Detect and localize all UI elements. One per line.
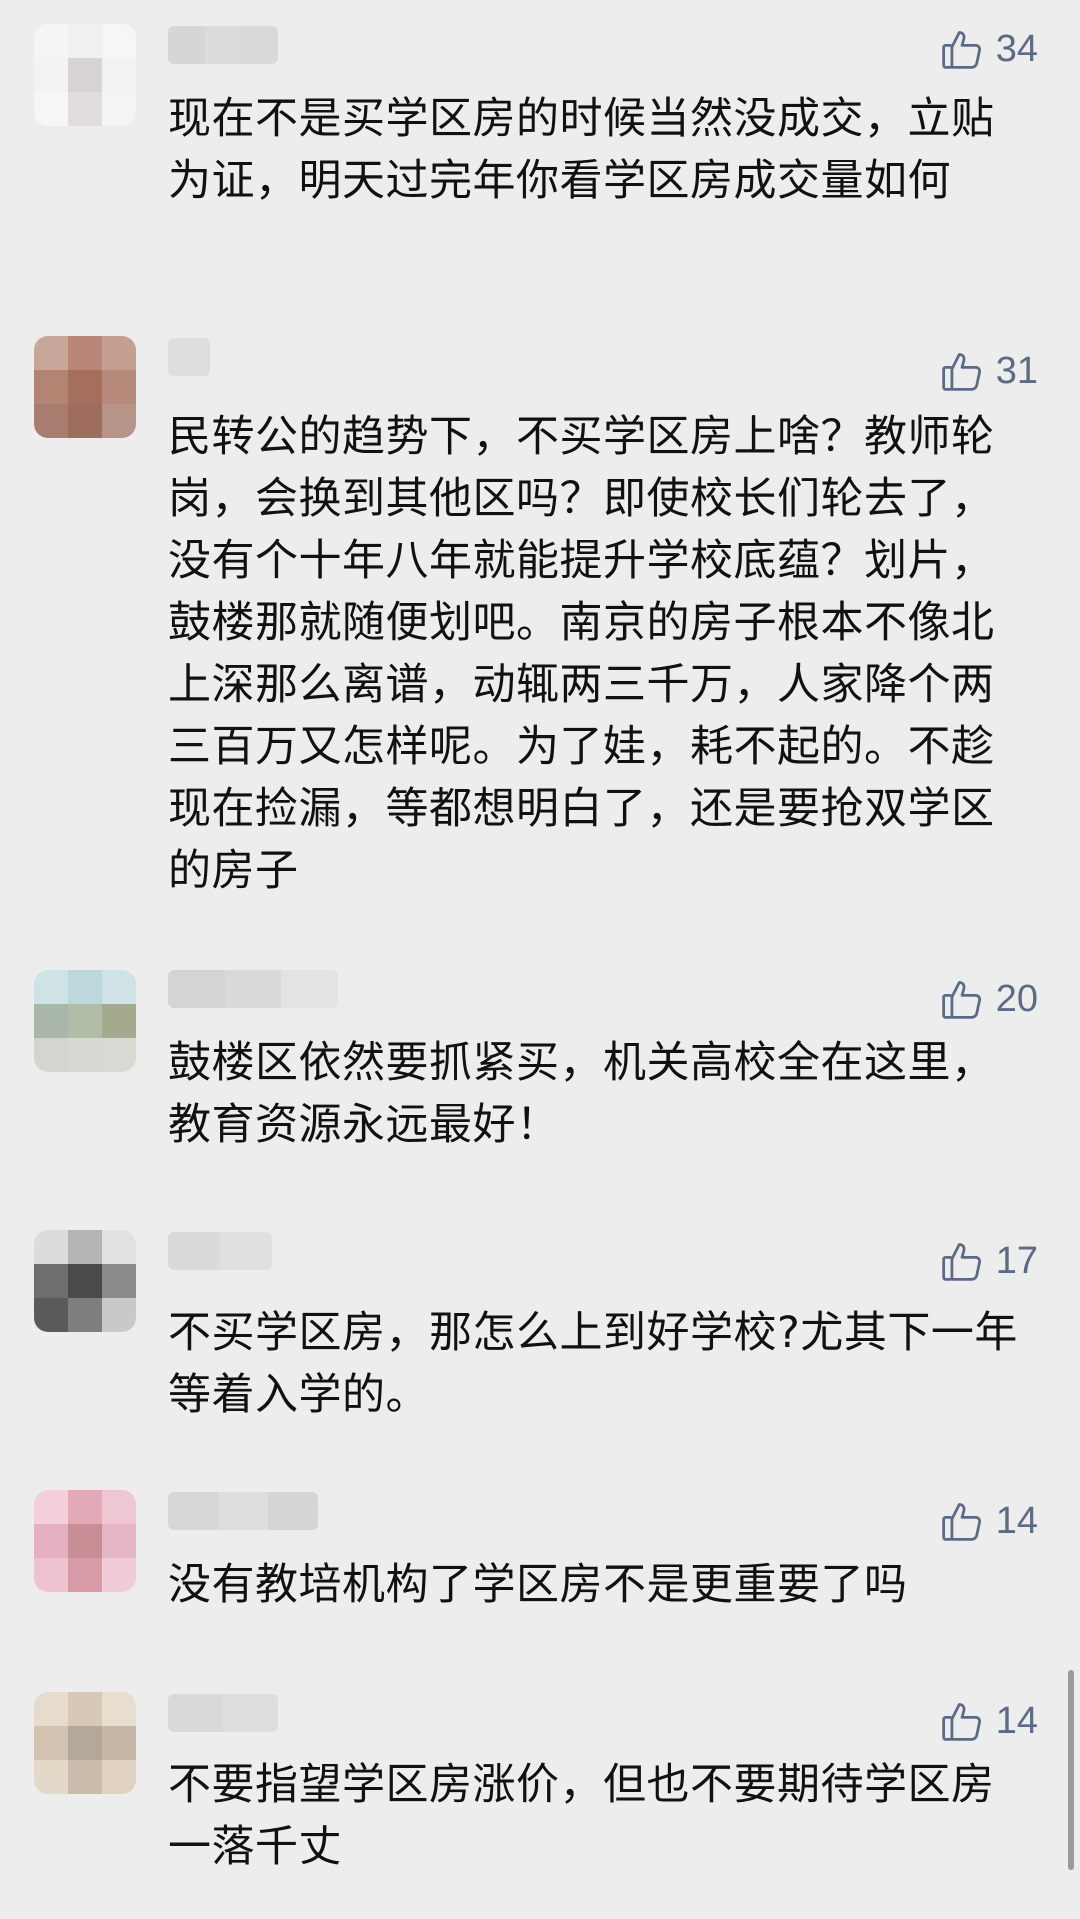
scrollbar[interactable] [1068,1670,1074,1870]
like-button[interactable]: 31 [940,346,1038,396]
nickname[interactable] [168,970,338,1008]
avatar[interactable] [34,1230,136,1332]
comment-feed: 34 现在不是买学区房的时候当然没成交，立贴为证，明天过完年你看学区房成交量如何… [0,0,1080,1919]
avatar[interactable] [34,1692,136,1794]
comment-text: 民转公的趋势下，不买学区房上啥？教师轮岗，会换到其他区吗？即使校长们轮去了，没有… [168,412,995,896]
comment-item: 14 没有教培机构了学区房不是更重要了吗 [0,1490,1080,1620]
avatar[interactable] [34,24,136,126]
thumbs-up-icon [942,1243,981,1281]
comment-item: 14 不要指望学区房涨价，但也不要期待学区房一落千丈 [0,1692,1080,1902]
like-count: 34 [995,28,1038,70]
comment-text: 鼓楼区依然要抓紧买，机关高校全在这里，教育资源永远最好！ [168,1038,995,1150]
comment-text: 不买学区房，那怎么上到好学校?尤其下一年等着入学的。 [168,1308,1018,1420]
like-button[interactable]: 14 [940,1496,1038,1546]
comment-item: 17 不买学区房，那怎么上到好学校?尤其下一年等着入学的。 [0,1230,1080,1430]
like-count: 31 [995,350,1038,392]
like-button[interactable]: 34 [940,24,1038,74]
avatar[interactable] [34,1490,136,1592]
like-count: 17 [995,1240,1038,1282]
thumbs-up-icon [942,981,981,1019]
like-button[interactable]: 20 [940,974,1038,1024]
comment-text: 现在不是买学区房的时候当然没成交，立贴为证，明天过完年你看学区房成交量如何 [168,94,995,206]
nickname[interactable] [168,26,278,64]
comment-item: 20 鼓楼区依然要抓紧买，机关高校全在这里，教育资源永远最好！ [0,968,1080,1168]
nickname[interactable] [168,1492,318,1530]
thumbs-up-icon [942,1703,981,1741]
comment-item: 31 民转公的趋势下，不买学区房上啥？教师轮岗，会换到其他区吗？即使校长们轮去了… [0,336,1080,896]
like-count: 20 [995,978,1038,1020]
like-count: 14 [995,1500,1038,1542]
avatar[interactable] [34,970,136,1072]
nickname[interactable] [168,1694,278,1732]
like-button[interactable]: 17 [940,1236,1038,1286]
comment-text: 不要指望学区房涨价，但也不要期待学区房一落千丈 [168,1760,995,1872]
comment-item: 34 现在不是买学区房的时候当然没成交，立贴为证，明天过完年你看学区房成交量如何 [0,24,1080,244]
thumbs-up-icon [942,1503,981,1541]
like-count: 14 [995,1700,1038,1742]
nickname[interactable] [168,1232,272,1270]
avatar[interactable] [34,336,136,438]
nickname[interactable] [168,338,210,376]
thumbs-up-icon [942,353,981,391]
like-button[interactable]: 14 [940,1696,1038,1746]
comment-text: 没有教培机构了学区房不是更重要了吗 [168,1560,908,1610]
thumbs-up-icon [942,31,981,69]
